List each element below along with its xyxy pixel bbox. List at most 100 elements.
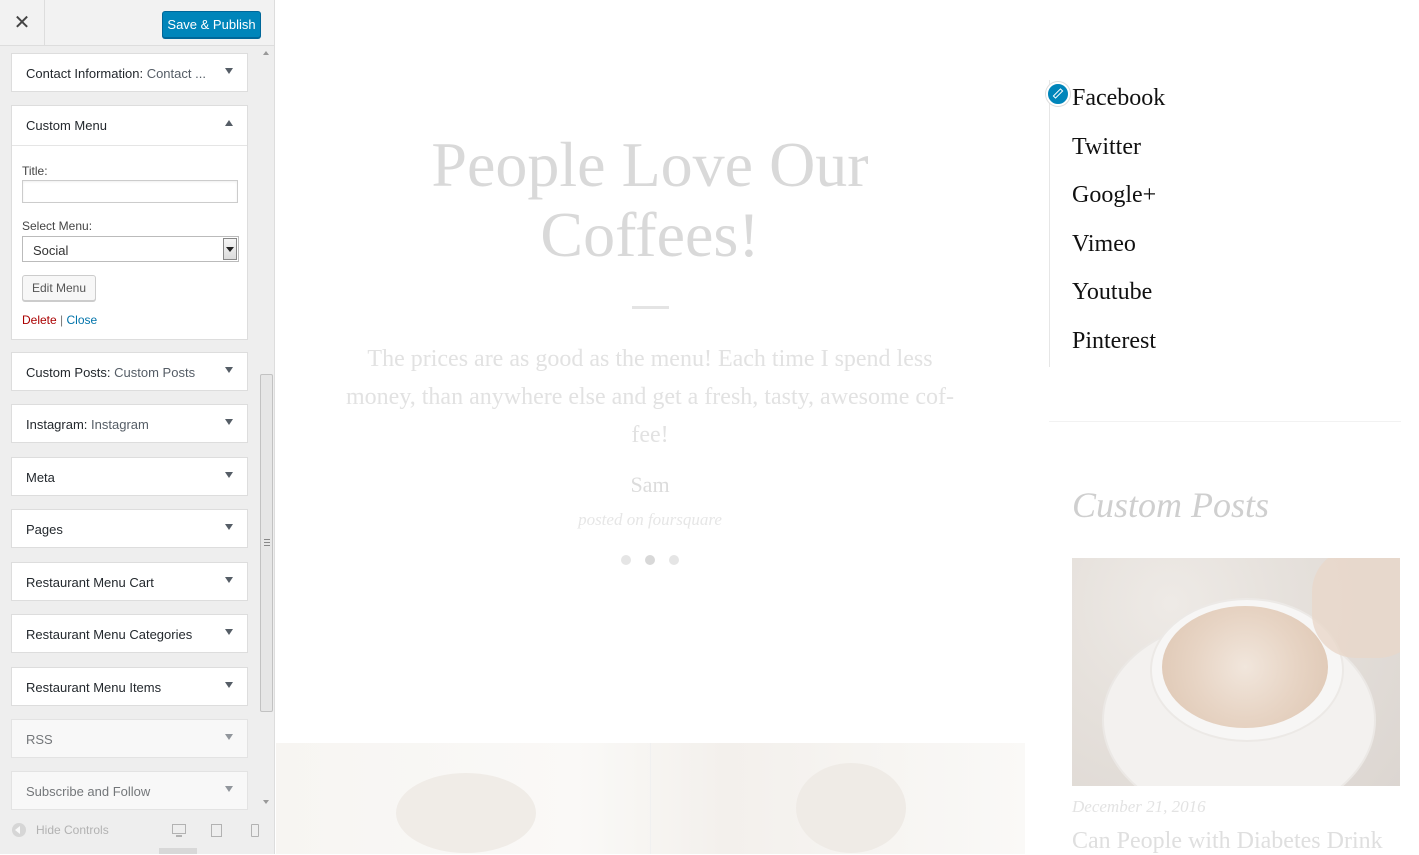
expand-arrow-icon[interactable] <box>225 577 233 583</box>
mobile-icon[interactable] <box>251 824 259 837</box>
expand-arrow-icon[interactable] <box>225 472 233 478</box>
preview-widget-area: Facebook Twitter Google+ Vimeo Youtube P… <box>1046 0 1419 855</box>
testimonial-quote: The prices are as good as the menu! Each… <box>346 346 954 448</box>
scrollbar-thumb[interactable] <box>260 374 273 712</box>
social-link-youtube[interactable]: Youtube <box>1072 277 1165 326</box>
widget-restaurant-menu-cart[interactable]: Restaurant Menu Cart <box>11 562 248 601</box>
selected-menu-value: Social <box>33 243 69 258</box>
hide-controls-label: Hide Controls <box>36 823 109 837</box>
widget-rss[interactable]: RSS <box>11 719 248 758</box>
active-device-indicator <box>159 848 197 854</box>
widget-title: Meta <box>26 470 55 485</box>
close-customizer-button[interactable]: ✕ <box>0 0 45 45</box>
expand-arrow-icon[interactable] <box>225 629 233 635</box>
slider-dot[interactable] <box>669 555 679 565</box>
slider-dot-active[interactable] <box>645 555 655 565</box>
expand-arrow-icon[interactable] <box>225 682 233 688</box>
widget-title: RSS <box>26 732 53 747</box>
desktop-icon[interactable] <box>172 824 186 837</box>
widget-subscribe-and-follow[interactable]: Subscribe and Follow <box>11 771 248 810</box>
widget-title: Instagram: Instagram <box>26 417 211 432</box>
widget-restaurant-menu-items[interactable]: Restaurant Menu Items <box>11 667 248 706</box>
heading-divider <box>631 306 669 309</box>
widget-subtitle: Instagram <box>91 417 149 432</box>
widget-title: Restaurant Menu Items <box>26 680 162 695</box>
edit-pencil-icon[interactable] <box>1046 82 1070 106</box>
edit-menu-button[interactable]: Edit Menu <box>22 275 96 301</box>
expand-arrow-icon[interactable] <box>225 524 233 530</box>
social-link-twitter[interactable]: Twitter <box>1072 132 1165 181</box>
widget-instagram[interactable]: Instagram: Instagram <box>11 404 248 443</box>
delete-link[interactable]: Delete <box>22 313 57 327</box>
customizer-footer: Hide Controls <box>0 810 274 854</box>
coffee-beans-shape <box>396 773 536 853</box>
testimonial-author: Sam <box>630 472 670 497</box>
post-thumbnail[interactable] <box>1072 558 1400 786</box>
select-menu-label: Select Menu: <box>22 219 93 233</box>
site-preview: People Love Our Coffees! The prices are … <box>275 0 1419 854</box>
expand-arrow-icon[interactable] <box>225 786 233 792</box>
social-link-vimeo[interactable]: Vimeo <box>1072 229 1165 278</box>
expand-arrow-icon[interactable] <box>225 68 233 74</box>
widget-restaurant-menu-categories[interactable]: Restaurant Menu Categories <box>11 614 248 653</box>
sidebar-scrollbar[interactable] <box>260 46 274 810</box>
widget-title: Contact Information: Contact ... <box>26 66 211 81</box>
testimonial-source: posted on foursquare <box>578 510 722 529</box>
collapse-arrow-icon[interactable] <box>225 120 233 126</box>
widget-title: Custom Posts: Custom Posts <box>26 365 211 380</box>
widget-custom-menu-header[interactable]: Custom Menu <box>12 106 247 146</box>
scroll-up-arrow-icon[interactable] <box>263 51 269 55</box>
link-separator: | <box>60 313 64 327</box>
slider-pagination <box>335 552 965 570</box>
widget-custom-menu: Custom Menu Title: Select Menu: Social E… <box>11 105 248 340</box>
post-date: December 21, 2016 <box>1072 797 1206 816</box>
close-icon: ✕ <box>13 10 31 34</box>
coffee-cup-shape <box>796 763 906 853</box>
grip-icon <box>264 539 270 546</box>
expand-arrow-icon[interactable] <box>225 367 233 373</box>
testimonial-section: People Love Our Coffees! The prices are … <box>335 130 965 570</box>
widget-title: Pages <box>26 522 63 537</box>
slider-dot[interactable] <box>621 555 631 565</box>
social-link-facebook[interactable]: Facebook <box>1072 83 1165 132</box>
select-menu-dropdown[interactable]: Social <box>22 236 239 262</box>
scroll-down-arrow-icon[interactable] <box>263 800 269 804</box>
title-label: Title: <box>22 164 48 178</box>
widget-pages[interactable]: Pages <box>11 509 248 548</box>
widget-name: Contact Information: <box>26 66 144 81</box>
hide-controls-button[interactable]: Hide Controls <box>12 823 109 837</box>
widget-name: Custom Posts: <box>26 365 111 380</box>
expand-arrow-icon[interactable] <box>225 419 233 425</box>
coffee-banner-image <box>276 743 1025 854</box>
widget-actions: Delete | Close <box>22 313 97 327</box>
widget-title: Restaurant Menu Categories <box>26 627 193 642</box>
custom-posts-heading: Custom Posts <box>1072 485 1270 525</box>
tablet-icon[interactable] <box>211 824 222 837</box>
pastry-shape <box>1312 558 1400 658</box>
dropdown-arrow-icon[interactable] <box>223 238 237 260</box>
social-link-googleplus[interactable]: Google+ <box>1072 180 1165 229</box>
widget-divider <box>1049 421 1401 422</box>
expand-arrow-icon[interactable] <box>225 734 233 740</box>
title-input[interactable] <box>22 180 238 203</box>
collapse-icon <box>12 823 26 837</box>
social-menu-list: Facebook Twitter Google+ Vimeo Youtube P… <box>1072 83 1165 375</box>
widget-title: Restaurant Menu Cart <box>26 575 154 590</box>
widget-subtitle: Contact ... <box>146 66 206 81</box>
post-title-link[interactable]: Can People with Diabetes Drink <box>1072 828 1383 855</box>
widget-title: Subscribe and Follow <box>26 784 151 799</box>
widget-meta[interactable]: Meta <box>11 457 248 496</box>
social-link-pinterest[interactable]: Pinterest <box>1072 326 1165 375</box>
widget-subtitle: Custom Posts <box>114 365 196 380</box>
widget-custom-posts[interactable]: Custom Posts: Custom Posts <box>11 352 248 391</box>
customizer-sidebar: ✕ Save & Publish Contact Information: Co… <box>0 0 275 854</box>
social-menu-widget: Facebook Twitter Google+ Vimeo Youtube P… <box>1046 80 1400 367</box>
widget-name: Instagram: <box>26 417 88 432</box>
widget-title: Custom Menu <box>26 118 107 133</box>
close-link[interactable]: Close <box>67 313 98 327</box>
save-publish-button[interactable]: Save & Publish <box>162 11 261 38</box>
latte-art-shape <box>1162 606 1328 728</box>
customizer-header: ✕ Save & Publish <box>0 0 274 46</box>
widget-contact-information[interactable]: Contact Information: Contact ... <box>11 53 248 92</box>
image-seam <box>650 743 651 854</box>
